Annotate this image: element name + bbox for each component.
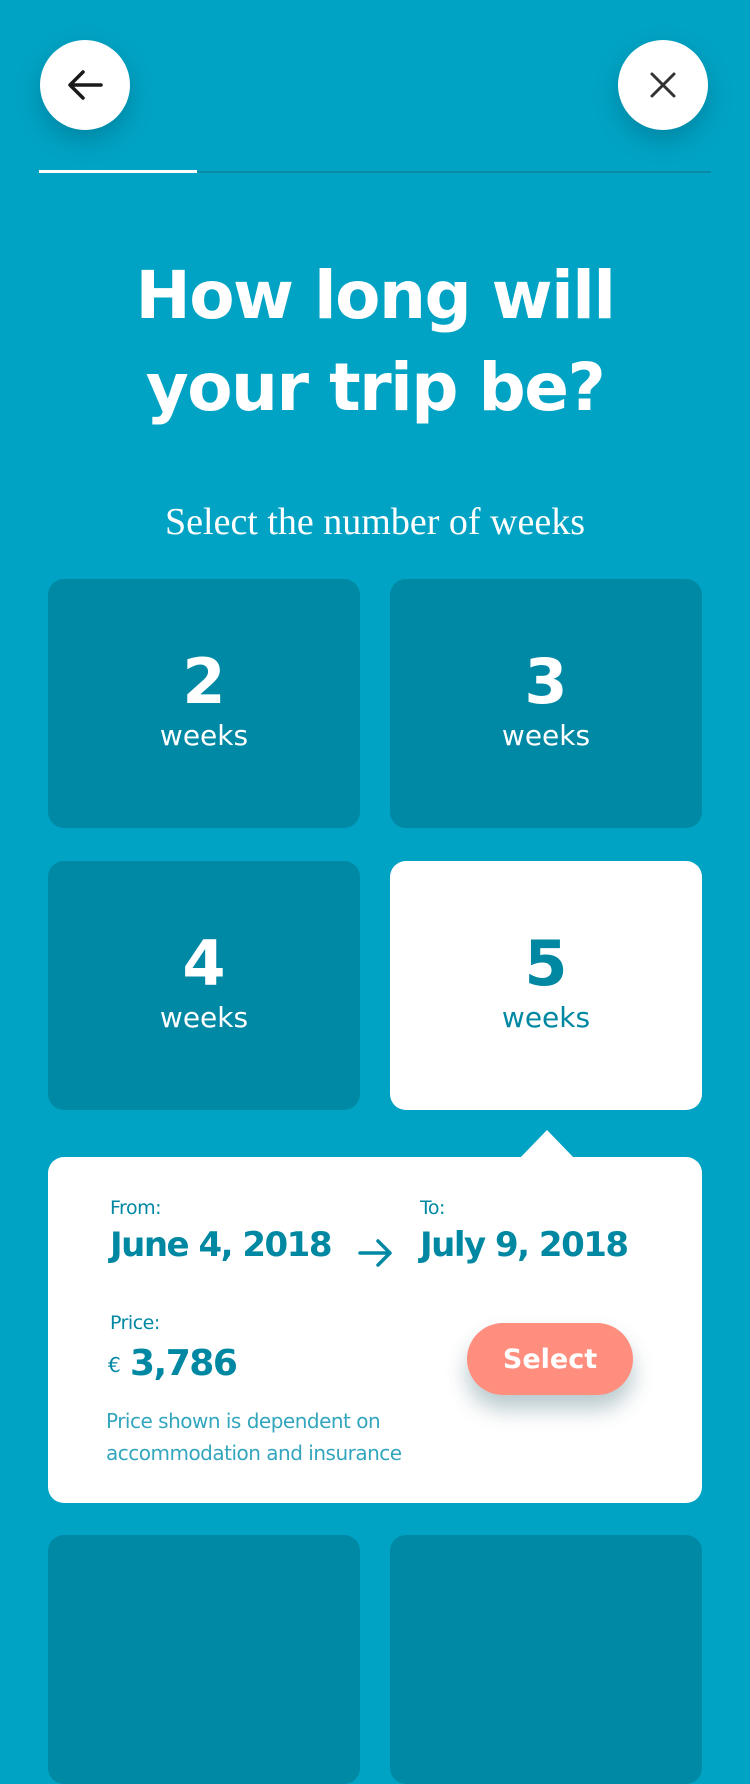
week-option-unit: weeks [501,1001,591,1034]
week-option-2[interactable]: 2 weeks [48,579,360,828]
arrow-right-icon [358,1239,392,1267]
currency-symbol: € [108,1353,121,1377]
close-icon [650,72,676,98]
week-option-4[interactable]: 4 weeks [48,861,360,1110]
arrow-left-icon [68,70,103,100]
week-option-unit: weeks [159,719,249,752]
page-title-line-1: How long will [135,257,616,334]
week-option-number: 3 [524,645,568,718]
select-button[interactable]: Select [467,1323,633,1395]
page-title: How long will your trip be? [0,250,750,434]
trip-detail-panel: From: June 4, 2018 To: July 9, 2018 Pric… [48,1157,702,1503]
progress-bar [39,170,711,173]
progress-bar-fill [39,170,197,173]
to-date: July 9, 2018 [420,1225,629,1265]
from-label: From: [110,1197,161,1219]
from-date: June 4, 2018 [110,1225,333,1265]
price-value: 3,786 [130,1343,238,1384]
page-title-line-2: your trip be? [145,349,606,426]
week-option-5[interactable]: 5 weeks [390,861,702,1110]
week-option-number: 4 [182,927,226,1000]
week-option-card[interactable] [390,1535,702,1784]
price-label: Price: [110,1312,160,1334]
week-option-number: 2 [182,645,226,718]
week-option-unit: weeks [159,1001,249,1034]
week-option-number: 5 [524,927,568,1000]
price-note: Price shown is dependent on accommodatio… [106,1409,402,1465]
detail-pointer [520,1130,574,1158]
to-label: To: [420,1197,445,1219]
week-option-unit: weeks [501,719,591,752]
close-button[interactable] [618,40,708,130]
week-option-card[interactable] [48,1535,360,1784]
week-option-3[interactable]: 3 weeks [390,579,702,828]
back-button[interactable] [40,40,130,130]
page-subtitle: Select the number of weeks [165,501,585,543]
